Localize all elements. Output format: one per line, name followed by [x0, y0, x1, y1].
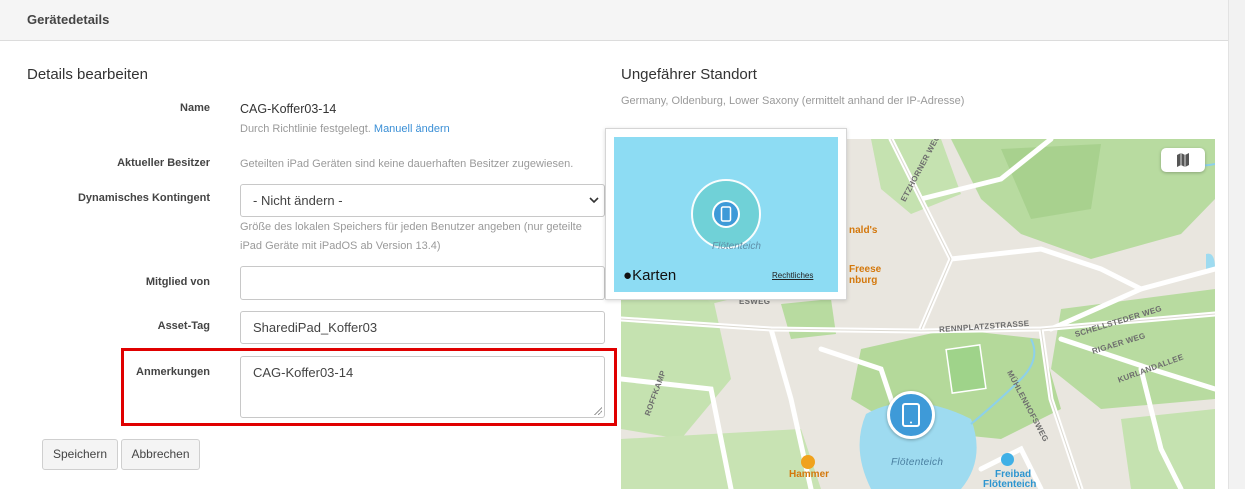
- quota-select-value: - Nicht ändern -: [253, 193, 343, 208]
- apple-maps-logo: ●Karten: [623, 267, 676, 284]
- mini-lake-label: Flötenteich: [712, 241, 761, 252]
- location-title: Ungefährer Standort: [621, 66, 757, 83]
- asset-tag-label: Asset-Tag: [157, 320, 210, 332]
- mini-map-popup: Flötenteich ●Karten Rechtliches: [605, 128, 847, 300]
- mini-map[interactable]: Flötenteich ●Karten Rechtliches: [614, 137, 838, 292]
- cancel-button[interactable]: Abbrechen: [121, 439, 200, 470]
- owner-label: Aktueller Besitzer: [117, 157, 210, 169]
- quota-label: Dynamisches Kontingent: [77, 192, 210, 204]
- quota-help-line1: Größe des lokalen Speichers für jeden Be…: [240, 221, 582, 233]
- name-value: CAG-Koffer03-14: [240, 102, 337, 116]
- owner-help: Geteilten iPad Geräten sind keine dauerh…: [240, 158, 574, 170]
- header-title: Gerätedetails: [27, 12, 110, 27]
- poi-hammer: Hammer: [789, 469, 830, 480]
- poi-freibad-line2: Flötenteich: [983, 479, 1037, 489]
- legal-link[interactable]: Rechtliches: [772, 271, 813, 280]
- poi-hammer-icon[interactable]: [801, 455, 815, 469]
- ipad-icon: [902, 403, 920, 427]
- device-location-pin[interactable]: [887, 391, 935, 439]
- member-input[interactable]: [240, 266, 605, 300]
- edit-details-title: Details bearbeiten: [27, 66, 148, 83]
- asset-tag-input[interactable]: SharediPad_Koffer03: [240, 311, 605, 344]
- quota-select[interactable]: - Nicht ändern -: [240, 184, 605, 217]
- map-type-button[interactable]: [1161, 148, 1205, 172]
- notes-highlight-box: [121, 348, 617, 426]
- member-label: Mitglied von: [145, 276, 210, 288]
- name-help: Durch Richtlinie festgelegt. Manuell änd…: [240, 120, 450, 139]
- poi-freibad-icon[interactable]: [1001, 453, 1014, 466]
- device-details-header: Gerätedetails: [0, 0, 1229, 41]
- poi-freese-line2: nburg: [849, 275, 878, 286]
- name-help-text: Durch Richtlinie festgelegt.: [240, 123, 371, 135]
- location-subtitle: Germany, Oldenburg, Lower Saxony (ermitt…: [621, 95, 965, 107]
- save-button[interactable]: Speichern: [42, 439, 118, 470]
- poi-mcdonalds: nald's: [849, 225, 878, 236]
- mini-device-pin: [712, 200, 740, 228]
- mini-ipad-icon: [720, 206, 732, 222]
- name-label: Name: [180, 102, 210, 114]
- quota-help: Größe des lokalen Speichers für jeden Be…: [240, 218, 605, 256]
- page-scrollbar[interactable]: [1228, 0, 1245, 489]
- lake-label: Flötenteich: [891, 457, 944, 468]
- maps-brand: Karten: [632, 267, 677, 284]
- apple-logo-icon: ●: [623, 267, 633, 284]
- quota-help-line2: iPad Geräte mit iPadOS ab Version 13.4): [240, 240, 441, 252]
- map-icon: [1177, 153, 1189, 167]
- poi-freese-line1: Freese: [849, 264, 882, 275]
- manual-change-link[interactable]: Manuell ändern: [374, 123, 450, 135]
